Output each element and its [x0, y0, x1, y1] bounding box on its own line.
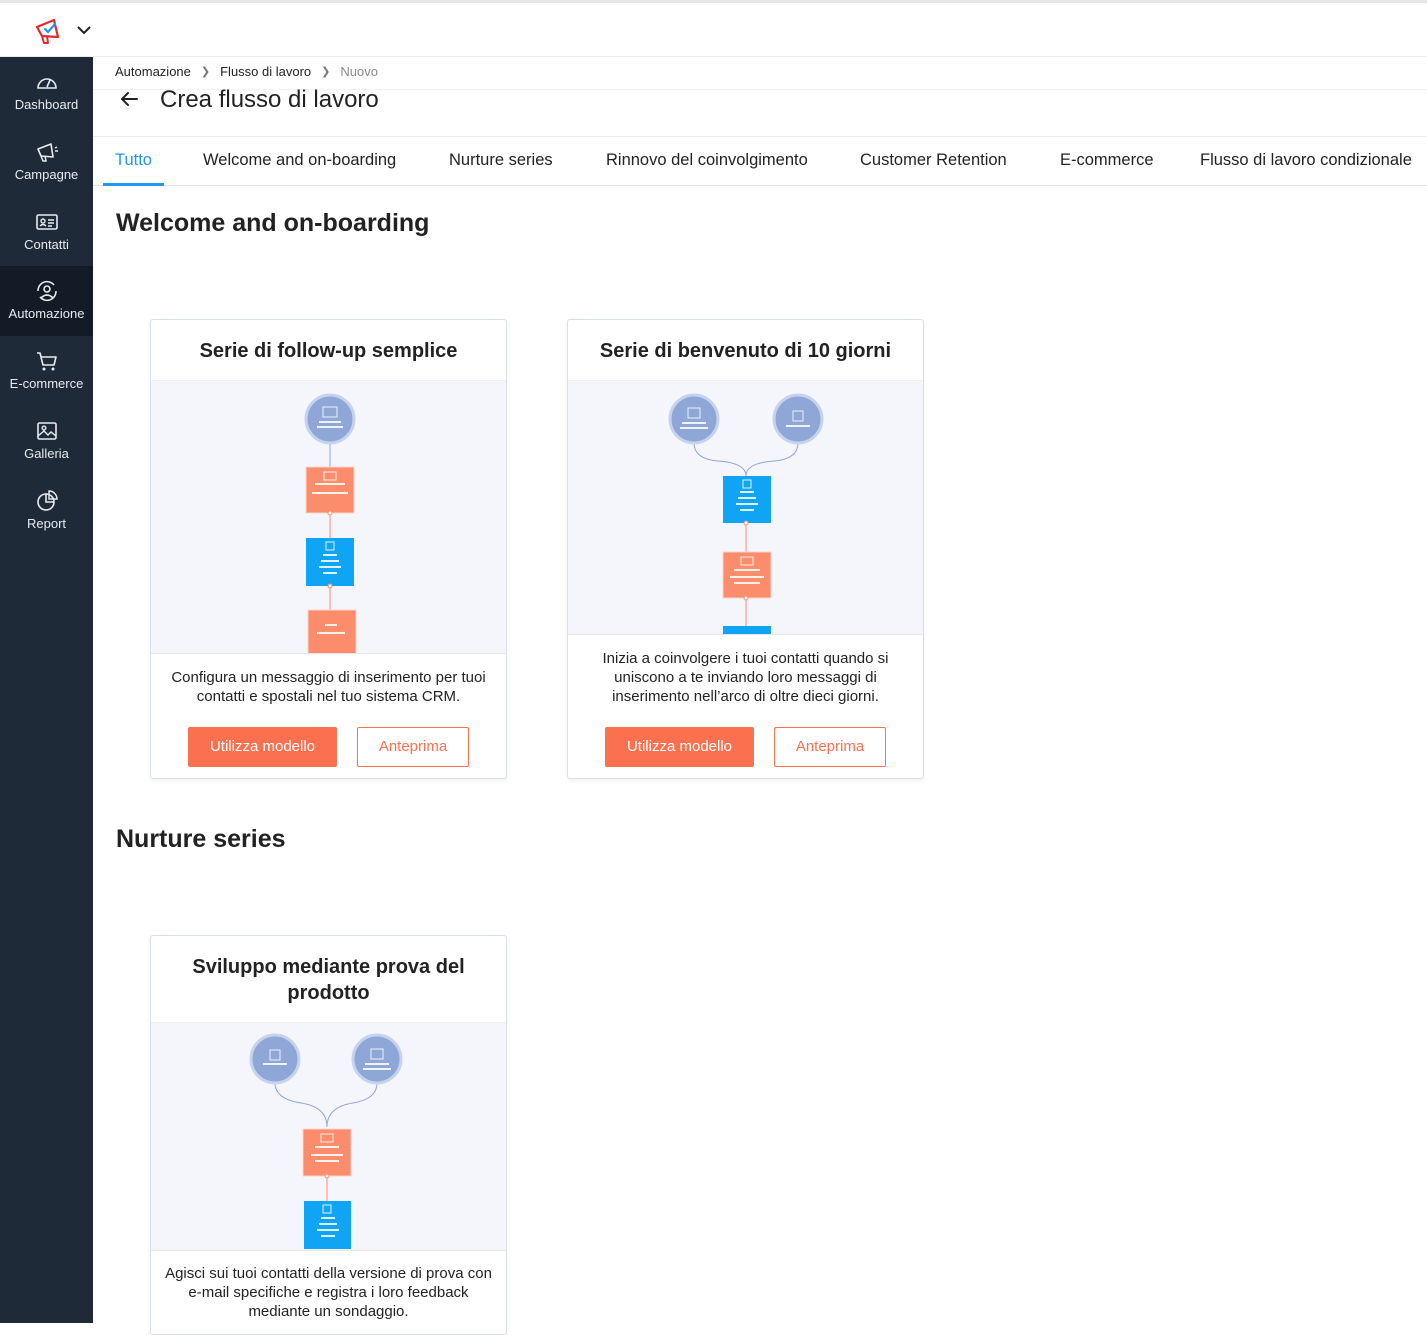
sidebar-item-label: Dashboard: [14, 97, 79, 112]
workflow-preview-image[interactable]: [151, 1022, 506, 1251]
top-bar: [0, 0, 1427, 57]
template-card: Serie di follow-up semplice Configura un…: [150, 319, 507, 779]
breadcrumb-item-flusso[interactable]: Flusso di lavoro: [220, 64, 311, 79]
sidebar-item-report[interactable]: Report: [0, 476, 93, 546]
template-card: Sviluppo mediante prova del prodotto Agi…: [150, 935, 507, 1335]
gallery-icon: [36, 422, 57, 440]
cart-icon: [36, 352, 57, 371]
sidebar-item-label: Contatti: [24, 237, 69, 252]
sidebar-item-label: Report: [26, 516, 67, 531]
tab-ecommerce[interactable]: E-commerce: [1060, 137, 1154, 186]
category-tabs: Tutto Welcome and on-boarding Nurture se…: [93, 136, 1427, 186]
card-title: Serie di follow-up semplice: [199, 340, 458, 362]
card-title: Sviluppo mediante prova del prodotto: [192, 956, 465, 1004]
breadcrumb-item-current: Nuovo: [340, 64, 378, 79]
automation-icon: [36, 280, 57, 302]
workflow-diagram: [304, 393, 357, 653]
workflow-preview-image[interactable]: [151, 380, 506, 654]
chevron-right-icon: ❯: [321, 66, 331, 78]
breadcrumb: Automazione ❯ Flusso di lavoro ❯ Nuovo: [115, 64, 378, 79]
card-description: Agisci sui tuoi contatti della versione …: [165, 1265, 492, 1320]
back-arrow-icon[interactable]: [118, 88, 140, 110]
sidebar-item-label: Campagne: [14, 167, 79, 182]
tab-customer-retention[interactable]: Customer Retention: [860, 137, 1007, 186]
tab-nurture[interactable]: Nurture series: [449, 137, 553, 186]
section-title: Welcome and on-boarding: [116, 209, 430, 237]
card-title: Serie di benvenuto di 10 giorni: [599, 340, 892, 362]
use-template-button[interactable]: Utilizza modello: [605, 727, 754, 767]
sidebar-item-label: Galleria: [24, 446, 69, 461]
sidebar-item-label: Automazione: [8, 306, 85, 321]
tab-tutto[interactable]: Tutto: [103, 137, 164, 186]
sidebar: Dashboard Campagne Contatti Automazione …: [0, 57, 93, 1323]
breadcrumb-item-automazione[interactable]: Automazione: [115, 64, 191, 79]
card-description: Inizia a coinvolgere i tuoi contatti qua…: [602, 650, 889, 705]
sidebar-item-automazione[interactable]: Automazione: [0, 266, 93, 336]
chevron-down-icon[interactable]: [76, 23, 92, 37]
sidebar-item-galleria[interactable]: Galleria: [0, 406, 93, 476]
tab-rinnovo[interactable]: Rinnovo del coinvolgimento: [606, 137, 808, 186]
template-card: Serie di benvenuto di 10 giorni Inizia a…: [567, 319, 924, 779]
preview-button[interactable]: Anteprima: [774, 727, 886, 767]
preview-button[interactable]: Anteprima: [357, 727, 469, 767]
sidebar-item-ecommerce[interactable]: E-commerce: [0, 336, 93, 406]
campaigns-logo-icon[interactable]: [34, 17, 66, 45]
pie-chart-icon: [36, 490, 58, 511]
section-title: Nurture series: [116, 825, 286, 853]
use-template-button[interactable]: Utilizza modello: [188, 727, 337, 767]
contact-card-icon: [35, 214, 58, 230]
workflow-preview-image[interactable]: [568, 380, 923, 635]
workflow-diagram: [668, 393, 824, 634]
chevron-right-icon: ❯: [200, 66, 211, 78]
page-title: Crea flusso di lavoro: [160, 86, 379, 113]
sidebar-item-label: E-commerce: [9, 376, 84, 391]
workflow-diagram: [249, 1033, 403, 1249]
card-description: Configura un messaggio di inserimento pe…: [171, 669, 486, 705]
dashboard-icon: [36, 78, 57, 89]
sidebar-item-campagne[interactable]: Campagne: [0, 127, 93, 197]
tab-conditional[interactable]: Flusso di lavoro condizionale: [1200, 137, 1412, 186]
megaphone-icon: [36, 143, 58, 162]
tab-welcome[interactable]: Welcome and on-boarding: [203, 137, 396, 186]
sidebar-item-contatti[interactable]: Contatti: [0, 197, 93, 267]
sidebar-item-dashboard[interactable]: Dashboard: [0, 57, 93, 127]
